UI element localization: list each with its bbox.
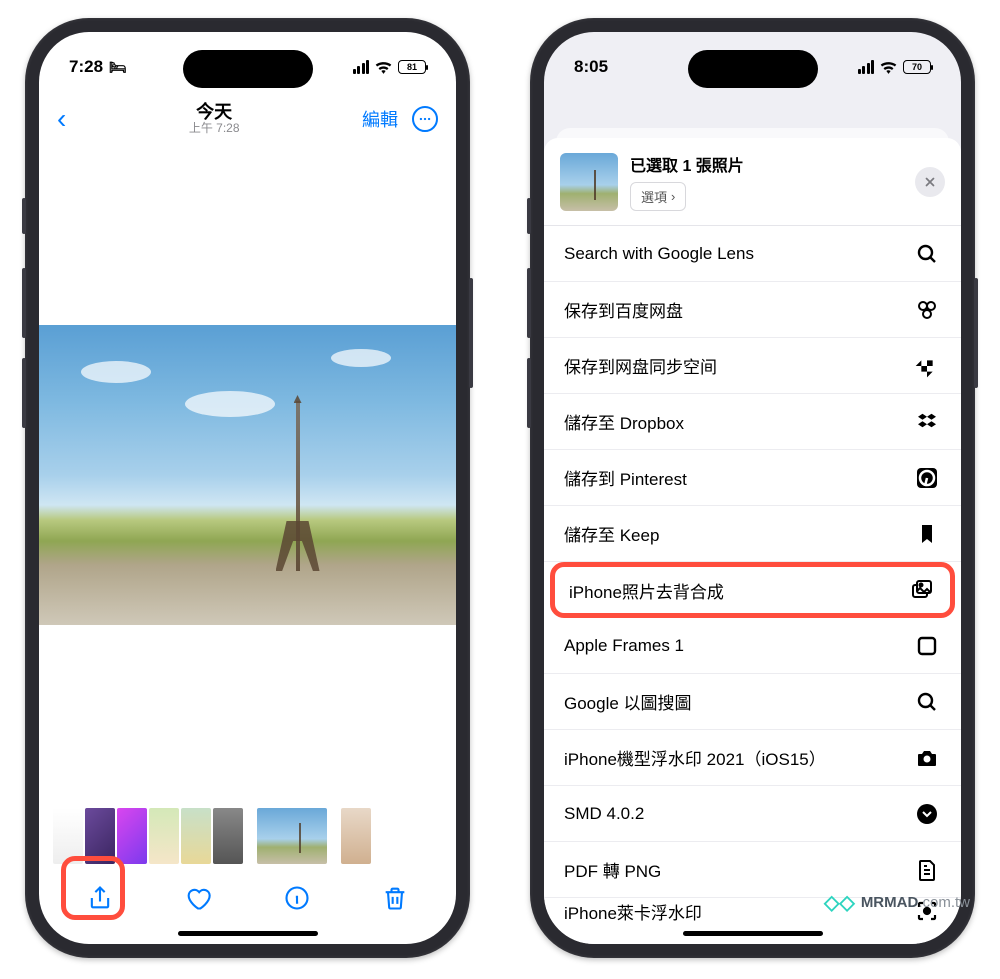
action-dropbox[interactable]: 儲存至 Dropbox <box>544 394 961 450</box>
dynamic-island <box>688 50 818 88</box>
watermark: ◇◇ MRMAD.com.tw <box>824 890 970 915</box>
wifi-icon <box>880 61 897 74</box>
action-label: 儲存到 Pinterest <box>564 465 687 490</box>
battery-icon: 70 <box>903 60 931 74</box>
thumbnail[interactable] <box>341 808 371 864</box>
delete-button[interactable] <box>373 876 417 920</box>
nav-title: 今天 <box>189 102 240 123</box>
phone-frame-left: 7:28 🛏 81 ‹ 今天 上午 7:28 編輯 <box>25 18 470 958</box>
thumbnail[interactable] <box>53 808 83 864</box>
photo-viewport[interactable] <box>39 146 456 804</box>
watermark-logo-icon: ◇◇ <box>824 890 855 915</box>
more-button[interactable] <box>412 106 438 132</box>
status-time: 8:05 <box>574 57 608 77</box>
action-apple-frames[interactable]: Apple Frames 1 <box>544 618 961 674</box>
action-label: Search with Google Lens <box>564 244 754 264</box>
thumbnail[interactable] <box>213 808 243 864</box>
camera-icon <box>913 744 941 772</box>
sheet-thumbnail <box>560 153 618 211</box>
baidu-icon <box>913 296 941 324</box>
images-icon <box>908 576 936 604</box>
nav-bar: ‹ 今天 上午 7:28 編輯 <box>39 92 456 146</box>
action-label: iPhone萊卡浮水印 <box>564 899 702 924</box>
edit-button[interactable]: 編輯 <box>362 106 398 132</box>
dynamic-island <box>183 50 313 88</box>
share-sheet: 已選取 1 張照片 選項 › Search with Google Lens <box>544 138 961 944</box>
action-label: PDF 轉 PNG <box>564 857 661 882</box>
thumbnail[interactable] <box>149 808 179 864</box>
home-indicator[interactable] <box>683 931 823 936</box>
options-button[interactable]: 選項 › <box>630 182 686 211</box>
home-indicator[interactable] <box>178 931 318 936</box>
chevron-down-circle-icon <box>913 800 941 828</box>
action-google-image-search[interactable]: Google 以圖搜圖 <box>544 674 961 730</box>
action-remove-bg-highlighted[interactable]: iPhone照片去背合成 <box>550 562 955 618</box>
battery-icon: 81 <box>398 60 426 74</box>
thumbnail-selected[interactable] <box>257 808 327 864</box>
document-icon <box>913 856 941 884</box>
action-label: Google 以圖搜圖 <box>564 689 692 714</box>
thumbnail[interactable] <box>85 808 115 864</box>
nav-subtitle: 上午 7:28 <box>189 122 240 136</box>
action-label: 儲存至 Keep <box>564 521 659 546</box>
dropbox-icon <box>913 408 941 436</box>
action-pinterest[interactable]: 儲存到 Pinterest <box>544 450 961 506</box>
action-baidu-sync[interactable]: 保存到网盘同步空间 <box>544 338 961 394</box>
action-watermark-2021[interactable]: iPhone機型浮水印 2021（iOS15） <box>544 730 961 786</box>
info-button[interactable] <box>275 876 319 920</box>
status-time: 7:28 <box>69 57 103 77</box>
action-label: SMD 4.0.2 <box>564 804 644 824</box>
thumbnail-strip[interactable] <box>39 804 456 868</box>
sync-icon <box>913 352 941 380</box>
action-label: Apple Frames 1 <box>564 636 684 656</box>
phone-frame-right: 8:05 70 已選取 1 張照片 選項 › <box>530 18 975 958</box>
action-keep[interactable]: 儲存至 Keep <box>544 506 961 562</box>
action-label: 保存到网盘同步空间 <box>564 353 717 378</box>
sleep-icon: 🛏 <box>109 59 127 76</box>
action-list[interactable]: Search with Google Lens 保存到百度网盘 保存到网盘同步空… <box>544 226 961 944</box>
sheet-title: 已選取 1 張照片 <box>630 152 903 176</box>
action-label: iPhone機型浮水印 2021（iOS15） <box>564 745 826 770</box>
wifi-icon <box>375 61 392 74</box>
action-label: 保存到百度网盘 <box>564 297 683 322</box>
share-button[interactable] <box>78 876 122 920</box>
favorite-button[interactable] <box>176 876 220 920</box>
thumbnail[interactable] <box>181 808 211 864</box>
pinterest-icon <box>913 464 941 492</box>
cellular-icon <box>353 60 370 74</box>
thumbnail[interactable] <box>117 808 147 864</box>
square-icon <box>913 632 941 660</box>
bookmark-icon <box>913 520 941 548</box>
cellular-icon <box>858 60 875 74</box>
search-icon <box>913 240 941 268</box>
action-smd[interactable]: SMD 4.0.2 <box>544 786 961 842</box>
action-google-lens[interactable]: Search with Google Lens <box>544 226 961 282</box>
search-icon <box>913 688 941 716</box>
close-button[interactable] <box>915 167 945 197</box>
action-baidu-pan[interactable]: 保存到百度网盘 <box>544 282 961 338</box>
back-button[interactable]: ‹ <box>57 103 66 135</box>
chevron-right-icon: › <box>671 189 675 204</box>
sheet-header: 已選取 1 張照片 選項 › <box>544 138 961 226</box>
action-label: 儲存至 Dropbox <box>564 409 684 434</box>
photo-eiffel <box>39 325 456 625</box>
action-label: iPhone照片去背合成 <box>569 578 724 603</box>
